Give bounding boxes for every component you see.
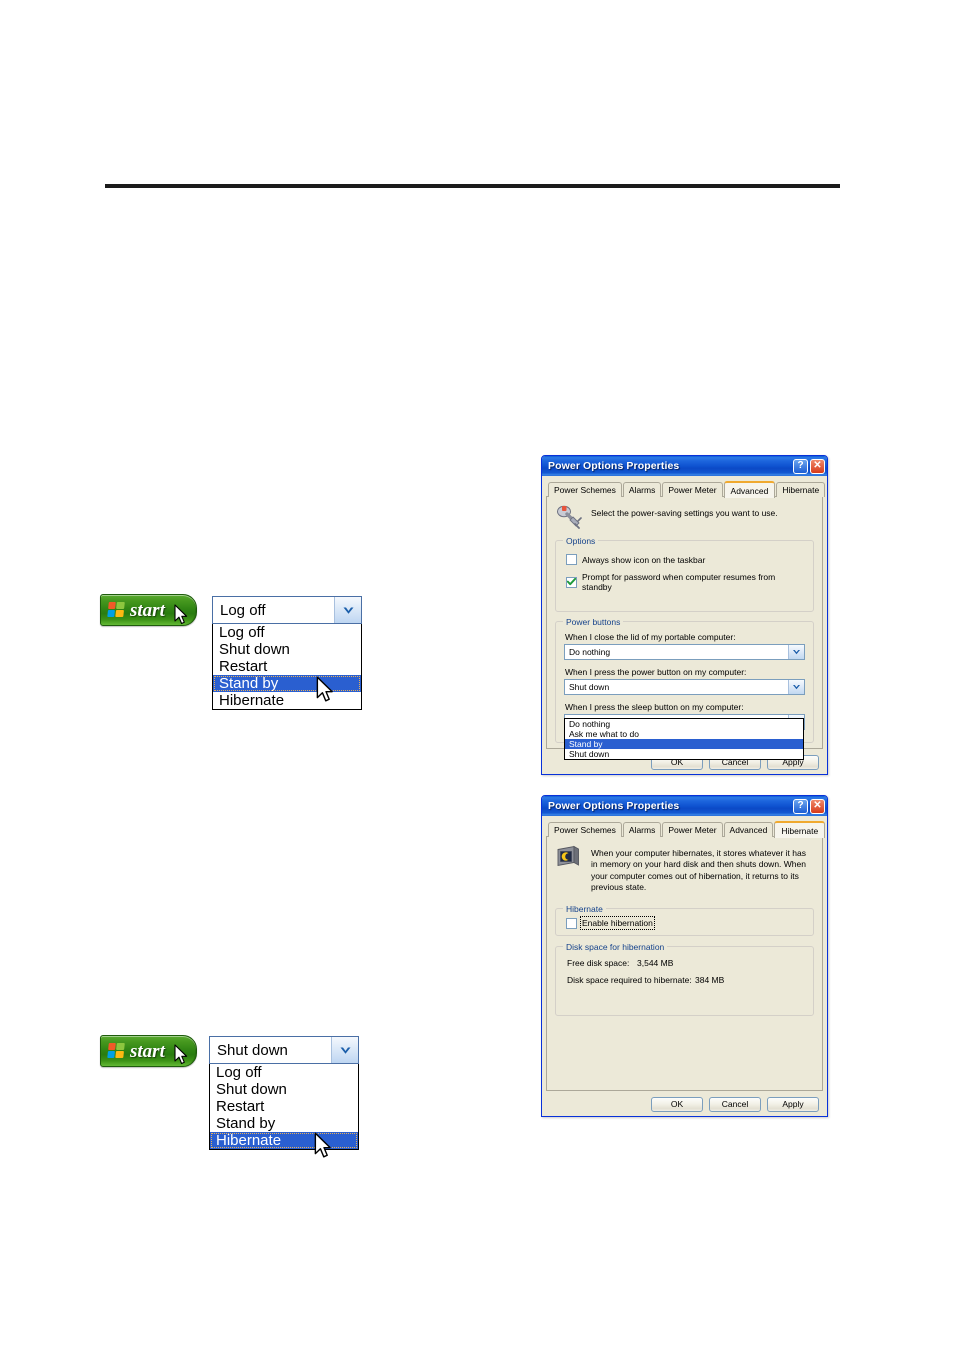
start-button-label: start <box>130 599 165 621</box>
combo-option[interactable]: Shut down <box>210 1081 358 1098</box>
tab-power-schemes[interactable]: Power Schemes <box>548 482 622 497</box>
tab-advanced[interactable]: Advanced <box>723 481 776 498</box>
windows-flag-icon <box>107 602 126 618</box>
disk-space-group: Disk space for hibernation Free disk spa… <box>555 941 814 1016</box>
lid-action-combo[interactable]: Do nothing <box>564 644 805 660</box>
options-group-title: Options <box>563 536 599 546</box>
combo-option-list[interactable]: Log off Shut down Restart Stand by Hiber… <box>212 624 362 710</box>
power-action-combo-standby[interactable]: Log off Log off Shut down Restart Stand … <box>212 596 362 710</box>
hibernate-intro-text: When your computer hibernates, it stores… <box>591 848 806 893</box>
tab-advanced[interactable]: Advanced <box>723 822 774 837</box>
apply-button[interactable]: Apply <box>767 1097 819 1112</box>
help-button[interactable]: ? <box>793 458 808 474</box>
hibernate-group: Hibernate Enable hibernation <box>555 903 814 936</box>
checkbox-label: Prompt for password when computer resume… <box>582 572 776 592</box>
combo-option-list[interactable]: Log off Shut down Restart Stand by Hiber… <box>209 1064 359 1150</box>
dialog-titlebar[interactable]: Power Options Properties ? ✕ <box>542 796 827 816</box>
dropdown-option[interactable]: Shut down <box>565 749 803 759</box>
tab-alarms[interactable]: Alarms <box>622 482 662 497</box>
combo-option-selected[interactable]: Stand by <box>213 675 361 692</box>
power-options-dialog-hibernate[interactable]: Power Options Properties ? ✕ Power Schem… <box>541 795 828 1117</box>
power-buttons-group-title: Power buttons <box>563 617 624 627</box>
combo-option[interactable]: Log off <box>213 624 361 641</box>
tab-power-schemes[interactable]: Power Schemes <box>548 822 622 837</box>
tab-hibernate[interactable]: Hibernate <box>774 821 826 838</box>
lid-action-label: When I close the lid of my portable comp… <box>565 632 736 642</box>
power-plug-icon <box>555 504 582 531</box>
hibernate-group-title: Hibernate <box>563 903 606 914</box>
required-disk-space-row: Disk space required to hibernate: 384 MB <box>567 975 805 985</box>
tab-power-meter[interactable]: Power Meter <box>662 482 723 497</box>
advanced-intro: Select the power-saving settings you wan… <box>555 504 814 531</box>
power-button-action-combo[interactable]: Shut down <box>564 679 805 695</box>
tab-hibernate[interactable]: Hibernate <box>776 482 826 497</box>
checkbox-box[interactable] <box>566 917 577 929</box>
dialog-footer-hibernate: OK Cancel Apply <box>542 1091 827 1118</box>
close-icon[interactable]: ✕ <box>810 798 825 814</box>
power-action-combo-hibernate[interactable]: Shut down Log off Shut down Restart Stan… <box>209 1036 359 1150</box>
combo-option[interactable]: Log off <box>210 1064 358 1081</box>
checkbox-enable-hibernation[interactable]: Enable hibernation <box>566 916 805 931</box>
combo-selected-value: Shut down <box>217 1041 288 1059</box>
checkbox-box[interactable] <box>566 554 577 565</box>
hibernate-intro: When your computer hibernates, it stores… <box>555 844 814 894</box>
checkbox-label: Always show icon on the taskbar <box>582 554 706 565</box>
tab-page-advanced: Select the power-saving settings you wan… <box>546 496 823 749</box>
sleep-action-option-list[interactable]: Do nothing Ask me what to do Stand by Sh… <box>564 718 804 760</box>
combo-option-selected[interactable]: Hibernate <box>210 1132 358 1149</box>
dialog-title: Power Options Properties <box>548 460 680 472</box>
close-icon[interactable]: ✕ <box>810 458 825 474</box>
start-button-standby[interactable]: start <box>100 594 197 626</box>
chevron-down-icon[interactable] <box>788 645 804 659</box>
help-button[interactable]: ? <box>793 798 808 814</box>
chevron-down-icon[interactable] <box>334 597 361 623</box>
combo-option[interactable]: Hibernate <box>213 692 361 709</box>
start-button-label: start <box>130 1040 165 1062</box>
free-disk-space-value: 3,544 MB <box>637 957 674 968</box>
checkbox-prompt-password[interactable]: Prompt for password when computer resume… <box>566 572 805 592</box>
combo-option[interactable]: Restart <box>213 658 361 675</box>
checkbox-box[interactable] <box>566 576 577 588</box>
dialog-title: Power Options Properties <box>548 800 680 812</box>
tab-strip[interactable]: Power Schemes Alarms Power Meter Advance… <box>546 820 826 838</box>
required-disk-space-value: 384 MB <box>695 974 725 985</box>
free-disk-space-label: Free disk space: <box>567 957 630 968</box>
power-button-action-label: When I press the power button on my comp… <box>565 667 747 677</box>
tab-strip[interactable]: Power Schemes Alarms Power Meter Advance… <box>546 480 826 498</box>
checkbox-label: Enable hibernation <box>580 916 655 931</box>
combo-option[interactable]: Stand by <box>210 1115 358 1132</box>
advanced-intro-text: Select the power-saving settings you wan… <box>591 508 778 518</box>
chevron-down-icon[interactable] <box>331 1037 358 1063</box>
ok-button[interactable]: OK <box>651 1097 703 1112</box>
dropdown-option[interactable]: Ask me what to do <box>565 729 803 739</box>
sleep-button-action-label: When I press the sleep button on my comp… <box>565 702 744 712</box>
tab-page-hibernate: When your computer hibernates, it stores… <box>546 836 823 1091</box>
combo-selected-value: Log off <box>220 601 266 619</box>
dropdown-option[interactable]: Do nothing <box>565 719 803 729</box>
dialog-titlebar[interactable]: Power Options Properties ? ✕ <box>542 456 827 476</box>
windows-flag-icon <box>107 1043 126 1059</box>
combo-selected-value: Shut down <box>569 682 610 692</box>
power-options-dialog-advanced[interactable]: Power Options Properties ? ✕ Power Schem… <box>541 455 828 775</box>
combo-selected-value: Do nothing <box>569 647 611 657</box>
options-group: Options Always show icon on the taskbar … <box>555 536 814 612</box>
required-disk-space-label: Disk space required to hibernate: <box>567 974 692 985</box>
checkbox-always-show-icon[interactable]: Always show icon on the taskbar <box>566 554 805 565</box>
chevron-down-icon[interactable] <box>788 680 804 694</box>
tab-alarms[interactable]: Alarms <box>622 822 662 837</box>
combo-option[interactable]: Restart <box>210 1098 358 1115</box>
combo-field[interactable]: Log off <box>212 596 362 624</box>
cancel-button[interactable]: Cancel <box>709 1097 761 1112</box>
free-disk-space-row: Free disk space: 3,544 MB <box>567 958 805 968</box>
start-button-hibernate[interactable]: start <box>100 1035 197 1067</box>
combo-option[interactable]: Shut down <box>213 641 361 658</box>
disk-space-group-title: Disk space for hibernation <box>563 941 668 952</box>
combo-field[interactable]: Shut down <box>209 1036 359 1064</box>
hibernating-computer-icon <box>555 844 582 871</box>
tab-power-meter[interactable]: Power Meter <box>662 822 723 837</box>
dropdown-option-selected[interactable]: Stand by <box>565 739 803 749</box>
page-horizontal-rule <box>105 184 840 188</box>
